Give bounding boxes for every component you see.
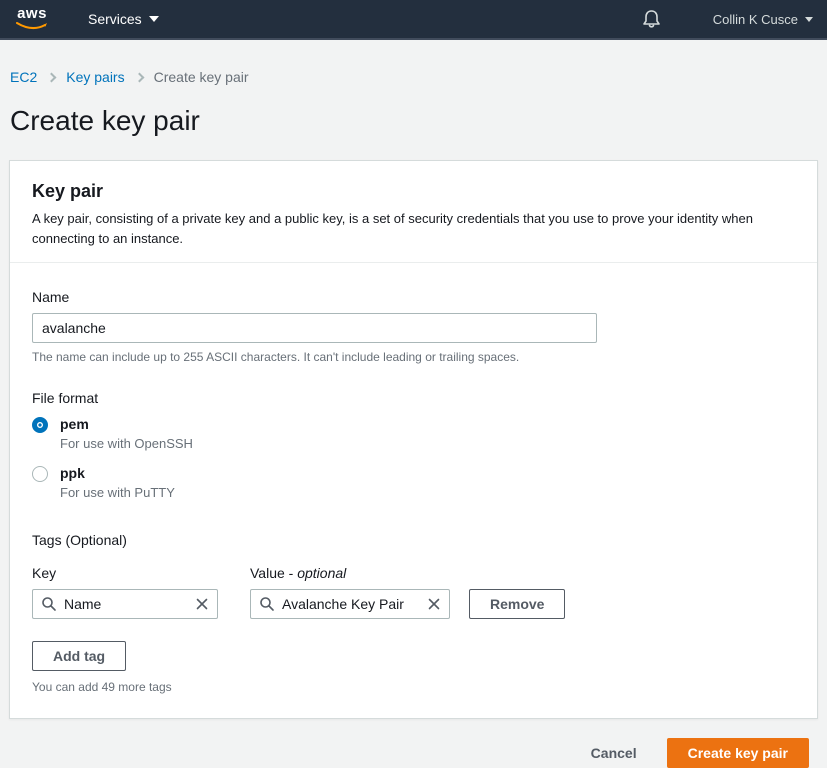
user-menu[interactable]: Collin K Cusce bbox=[713, 12, 813, 27]
breadcrumb-link-key-pairs[interactable]: Key pairs bbox=[66, 69, 124, 85]
user-name: Collin K Cusce bbox=[713, 12, 798, 27]
card-description: A key pair, consisting of a private key … bbox=[32, 209, 795, 248]
name-field-group: Name The name can include up to 255 ASCI… bbox=[32, 289, 795, 364]
aws-logo[interactable]: aws bbox=[12, 7, 52, 31]
radio-unselected-icon[interactable] bbox=[32, 466, 48, 482]
radio-label-ppk: ppk bbox=[60, 465, 175, 482]
key-pair-card: Key pair A key pair, consisting of a pri… bbox=[9, 160, 818, 719]
tag-row: Remove bbox=[32, 589, 795, 619]
tag-value-input-wrap bbox=[250, 589, 450, 619]
tags-section-label: Tags (Optional) bbox=[32, 532, 795, 548]
radio-option-pem[interactable]: pem For use with OpenSSH bbox=[32, 416, 795, 451]
file-format-radio-group: pem For use with OpenSSH ppk For use wit… bbox=[32, 416, 795, 500]
breadcrumb: EC2 Key pairs Create key pair bbox=[9, 40, 818, 85]
card-body: Name The name can include up to 255 ASCI… bbox=[10, 263, 817, 718]
aws-logo-text: aws bbox=[17, 7, 47, 21]
tag-counter-text: You can add 49 more tags bbox=[32, 680, 795, 694]
card-header: Key pair A key pair, consisting of a pri… bbox=[10, 161, 817, 263]
tags-section: Tags (Optional) Key Value - optional bbox=[32, 532, 795, 694]
services-label: Services bbox=[88, 11, 142, 27]
tag-column-labels: Key Value - optional bbox=[32, 565, 795, 581]
main-content: EC2 Key pairs Create key pair Create key… bbox=[0, 40, 827, 768]
tag-key-label: Key bbox=[32, 565, 250, 581]
add-tag-button[interactable]: Add tag bbox=[32, 641, 126, 671]
tag-key-input[interactable] bbox=[64, 596, 195, 612]
close-icon bbox=[427, 597, 441, 611]
services-menu[interactable]: Services bbox=[88, 11, 159, 27]
create-key-pair-button[interactable]: Create key pair bbox=[667, 738, 809, 768]
name-helper-text: The name can include up to 255 ASCII cha… bbox=[32, 350, 795, 364]
chevron-down-icon bbox=[805, 17, 813, 22]
file-format-label: File format bbox=[32, 390, 795, 406]
chevron-down-icon bbox=[149, 16, 159, 22]
search-icon bbox=[41, 596, 57, 612]
radio-desc-pem: For use with OpenSSH bbox=[60, 436, 193, 451]
radio-option-ppk[interactable]: ppk For use with PuTTY bbox=[32, 465, 795, 500]
tag-value-input[interactable] bbox=[282, 596, 427, 612]
breadcrumb-current: Create key pair bbox=[154, 69, 249, 85]
file-format-group: File format pem For use with OpenSSH ppk bbox=[32, 390, 795, 500]
radio-label-pem: pem bbox=[60, 416, 193, 433]
name-input[interactable] bbox=[32, 313, 597, 343]
breadcrumb-chevron-icon bbox=[134, 72, 144, 82]
name-label: Name bbox=[32, 289, 795, 305]
notifications-button[interactable] bbox=[642, 9, 661, 30]
breadcrumb-link-ec2[interactable]: EC2 bbox=[10, 69, 37, 85]
bell-icon bbox=[642, 9, 661, 30]
aws-smile-icon bbox=[16, 22, 48, 31]
top-navbar: aws Services Collin K Cusce bbox=[0, 0, 827, 40]
card-heading: Key pair bbox=[32, 181, 795, 202]
page-title: Create key pair bbox=[9, 85, 818, 137]
tag-value-label-prefix: Value - bbox=[250, 565, 293, 581]
search-icon bbox=[259, 596, 275, 612]
breadcrumb-chevron-icon bbox=[47, 72, 57, 82]
remove-tag-button[interactable]: Remove bbox=[469, 589, 565, 619]
tag-key-input-wrap bbox=[32, 589, 218, 619]
radio-selected-icon[interactable] bbox=[32, 417, 48, 433]
radio-option-text: pem For use with OpenSSH bbox=[60, 416, 193, 451]
clear-key-button[interactable] bbox=[195, 597, 209, 611]
clear-value-button[interactable] bbox=[427, 597, 441, 611]
tag-value-label: Value - optional bbox=[250, 565, 346, 581]
footer-actions: Cancel Create key pair bbox=[9, 719, 818, 768]
radio-option-text: ppk For use with PuTTY bbox=[60, 465, 175, 500]
close-icon bbox=[195, 597, 209, 611]
cancel-button[interactable]: Cancel bbox=[591, 745, 637, 761]
radio-desc-ppk: For use with PuTTY bbox=[60, 485, 175, 500]
tag-value-label-optional: optional bbox=[297, 565, 346, 581]
